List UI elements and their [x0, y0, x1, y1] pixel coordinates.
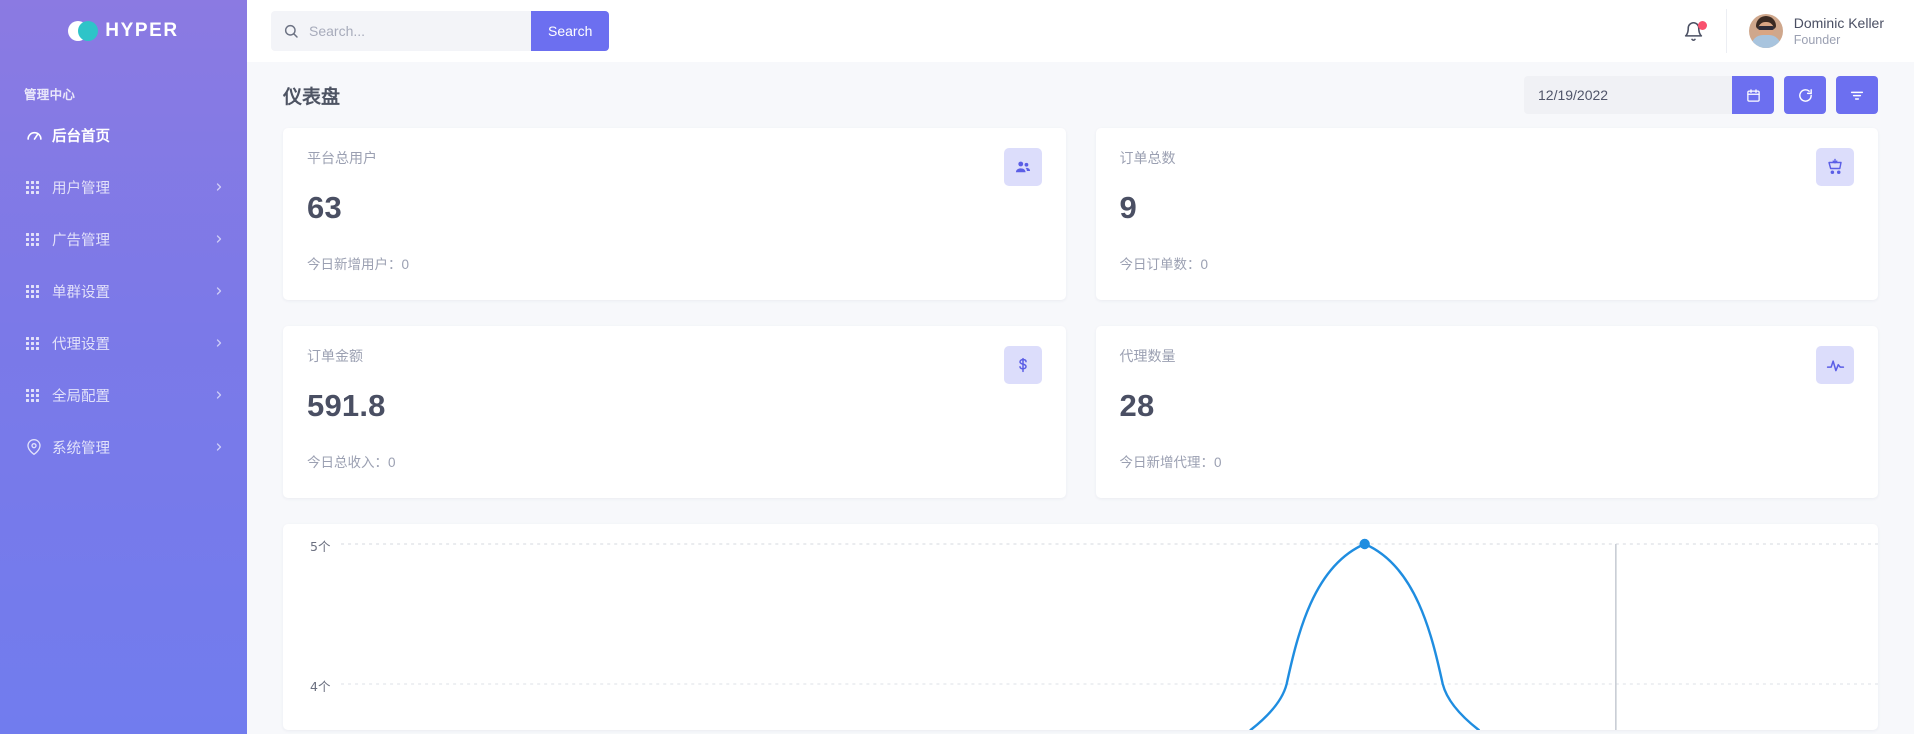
user-role: Founder: [1794, 32, 1884, 49]
activity-pulse-icon: [1816, 346, 1854, 384]
sidebar-item-label: 代理设置: [52, 333, 213, 354]
filter-icon: [1849, 87, 1865, 103]
sidebar-item-label: 单群设置: [52, 281, 213, 302]
search-icon: [283, 23, 299, 39]
search-input[interactable]: [309, 23, 519, 39]
stat-label: 订单金额: [307, 346, 1042, 366]
sidebar-item-global-config[interactable]: 全局配置: [0, 369, 247, 421]
people-icon: [1004, 148, 1042, 186]
date-input[interactable]: 12/19/2022: [1524, 76, 1732, 114]
chevron-right-icon: [213, 181, 225, 193]
stat-subtext: 今日新增代理：0: [1120, 451, 1855, 471]
grid-icon: [26, 337, 52, 350]
grid-icon: [26, 181, 52, 194]
analytics-icon: [26, 127, 52, 144]
chevron-right-icon: [213, 441, 225, 453]
sidebar-item-ad-management[interactable]: 广告管理: [0, 213, 247, 265]
chevron-right-icon: [213, 337, 225, 349]
stat-card-order-amount: 订单金额 591.8 今日总收入：0: [283, 326, 1066, 498]
notifications-button[interactable]: [1661, 21, 1726, 42]
stat-subtext: 今日订单数：0: [1120, 253, 1855, 273]
chevron-right-icon: [213, 233, 225, 245]
series-point-marker: [1359, 539, 1369, 549]
page-actions: 12/19/2022: [1524, 76, 1878, 114]
sidebar-item-label: 系统管理: [52, 437, 213, 458]
page-header: 仪表盘 12/19/2022: [247, 62, 1914, 128]
hyper-logo-icon: [68, 21, 98, 41]
search-bar: Search: [271, 11, 609, 51]
avatar: [1749, 14, 1783, 48]
chevron-right-icon: [213, 285, 225, 297]
topbar: Search Dominic Keller Founder: [247, 0, 1914, 62]
user-name: Dominic Keller: [1794, 14, 1884, 32]
refresh-button[interactable]: [1784, 76, 1826, 114]
brand-logo[interactable]: HYPER: [0, 0, 247, 62]
refresh-icon: [1797, 87, 1814, 104]
calendar-icon: [1746, 88, 1761, 103]
date-value: 12/19/2022: [1538, 87, 1608, 103]
chart-plot: [283, 524, 1878, 730]
sidebar-item-label: 全局配置: [52, 385, 213, 406]
sidebar-item-dashboard[interactable]: 后台首页: [0, 109, 247, 161]
search-box[interactable]: [271, 11, 531, 51]
stat-value: 591.8: [307, 388, 1042, 424]
filter-button[interactable]: [1836, 76, 1878, 114]
sidebar-item-system-management[interactable]: 系统管理: [0, 421, 247, 473]
stat-subtext: 今日总收入：0: [307, 451, 1042, 471]
grid-icon: [26, 233, 52, 246]
grid-icon: [26, 285, 52, 298]
dollar-icon: [1004, 346, 1042, 384]
shopping-cart-icon: [1816, 148, 1854, 186]
page-title: 仪表盘: [283, 82, 340, 109]
sidebar-item-label: 用户管理: [52, 177, 213, 198]
stat-label: 代理数量: [1120, 346, 1855, 366]
stat-value: 63: [307, 190, 1042, 226]
stat-label: 平台总用户: [307, 148, 1042, 168]
stat-label: 订单总数: [1120, 148, 1855, 168]
stat-subtext: 今日新增用户：0: [307, 253, 1042, 273]
series-line: [1251, 544, 1479, 730]
brand-name: HYPER: [105, 20, 178, 42]
sidebar: HYPER 管理中心 后台首页 用户管理 广告管理: [0, 0, 247, 734]
user-menu[interactable]: Dominic Keller Founder: [1726, 9, 1888, 53]
sidebar-item-group-settings[interactable]: 单群设置: [0, 265, 247, 317]
location-pin-icon: [26, 439, 52, 455]
stat-card-total-users: 平台总用户 63 今日新增用户：0: [283, 128, 1066, 300]
stat-value: 9: [1120, 190, 1855, 226]
grid-icon: [26, 389, 52, 402]
notification-badge: [1698, 21, 1707, 30]
main-area: Search Dominic Keller Founder: [247, 0, 1914, 734]
topbar-right: Dominic Keller Founder: [1661, 9, 1888, 53]
search-button[interactable]: Search: [531, 11, 609, 51]
sidebar-item-user-management[interactable]: 用户管理: [0, 161, 247, 213]
app-root: HYPER 管理中心 后台首页 用户管理 广告管理: [0, 0, 1914, 734]
sidebar-item-label: 广告管理: [52, 229, 213, 250]
stat-card-agent-count: 代理数量 28 今日新增代理：0: [1096, 326, 1879, 498]
sidebar-item-agent-settings[interactable]: 代理设置: [0, 317, 247, 369]
chevron-right-icon: [213, 389, 225, 401]
sidebar-item-label: 后台首页: [52, 125, 225, 146]
calendar-button[interactable]: [1732, 76, 1774, 114]
stat-cards: 平台总用户 63 今日新增用户：0 订单总数 9 今日订单数：0 订单金额 59…: [247, 128, 1914, 498]
sidebar-section-title: 管理中心: [0, 62, 247, 109]
chart-card: 5个 4个: [283, 524, 1878, 730]
stat-card-total-orders: 订单总数 9 今日订单数：0: [1096, 128, 1879, 300]
stat-value: 28: [1120, 388, 1855, 424]
